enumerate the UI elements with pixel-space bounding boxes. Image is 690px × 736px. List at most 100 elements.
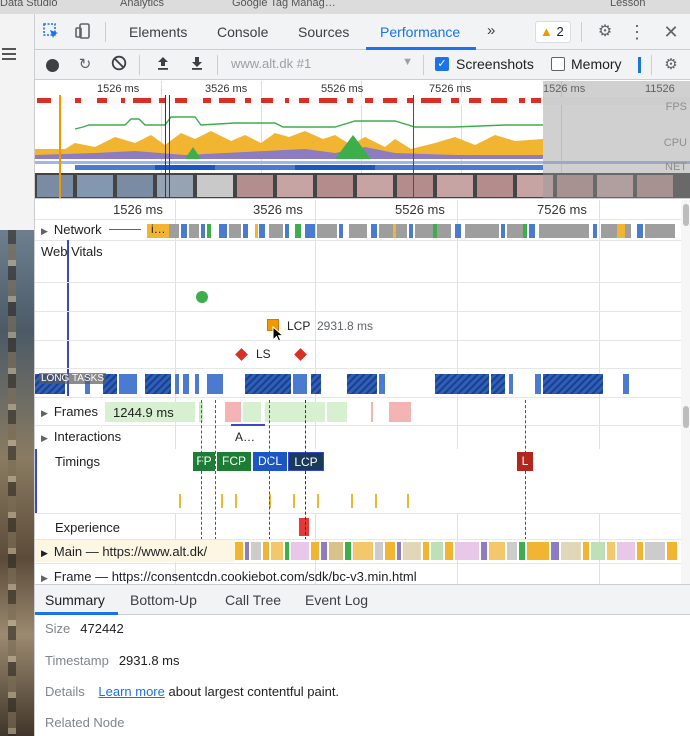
profile-select-value: www.alt.dk #1 (231, 56, 312, 71)
track-frames[interactable]: ▶ Frames (41, 404, 98, 419)
timing-dcl[interactable]: DCL (253, 452, 287, 471)
size-value: 472442 (80, 621, 124, 636)
tab-console[interactable]: Console (217, 24, 268, 40)
interaction-bar (231, 424, 265, 426)
details-panel: Summary Bottom-Up Call Tree Event Log Si… (35, 584, 690, 736)
network-request-chip: i… (151, 222, 166, 236)
details-tab-bar: Summary Bottom-Up Call Tree Event Log (35, 585, 690, 615)
scrollbar-thumb[interactable] (683, 406, 689, 428)
screenshots-label: Screenshots (456, 56, 534, 72)
tab-summary[interactable]: Summary (45, 592, 105, 608)
expand-triangle-icon: ▶ (41, 226, 48, 236)
expand-triangle-icon: ▶ (41, 548, 48, 558)
reload-record-icon[interactable]: ↻ (75, 55, 95, 75)
overview-unselected-shade (543, 81, 690, 198)
background-photo (0, 230, 34, 736)
overview-time-label: 3526 ms (205, 83, 248, 95)
mouse-cursor-icon (272, 326, 285, 343)
track-frame-cookiebot[interactable]: ▶ Frame — https://consentcdn.cookiebot.co… (41, 569, 417, 584)
memory-label: Memory (571, 56, 622, 72)
layout-shift-marker[interactable] (294, 348, 307, 361)
track-interactions[interactable]: ▶ Interactions (41, 429, 121, 444)
lcp-value: 2931.8 ms (317, 319, 374, 333)
separator (139, 55, 140, 75)
scrollbar-thumb[interactable] (683, 204, 689, 226)
timestamp-label: Timestamp (45, 653, 109, 668)
long-tasks-label: LONG TASKS (39, 373, 106, 384)
bookmark: Analytics (120, 0, 165, 9)
tab-call-tree[interactable]: Call Tree (225, 592, 281, 608)
track-network[interactable]: ▶ Network (41, 222, 102, 237)
flame-scrollbar[interactable] (681, 200, 690, 584)
separator (651, 55, 652, 75)
summary-size-row: Size 472442 (45, 621, 124, 636)
active-tab-indicator (35, 612, 118, 615)
overview-time-label: 1526 ms (97, 83, 140, 95)
expand-triangle-icon: ▶ (41, 408, 48, 418)
ruler-time-label: 3526 ms (253, 202, 303, 217)
separator (217, 55, 218, 75)
download-profile-icon[interactable] (187, 55, 207, 75)
issues-badge[interactable]: ▲ 2 (535, 21, 571, 43)
summary-timestamp-row: Timestamp 2931.8 ms (45, 653, 180, 668)
warning-icon: ▲ (540, 24, 553, 39)
tab-elements[interactable]: Elements (129, 24, 187, 40)
details-text: about largest contentful paint. (168, 684, 340, 699)
bookmark: Google Tag Manag… (232, 0, 336, 9)
track-web-vitals: Web Vitals (41, 244, 103, 259)
profile-select[interactable]: www.alt.dk #1 ▼ (231, 56, 413, 74)
layout-shift-block[interactable] (299, 518, 309, 536)
timing-fcp[interactable]: FCP (217, 452, 251, 471)
devtools-tab-bar: Elements Console Sources Performance » ▲… (35, 14, 690, 50)
ruler-time-label: 1526 ms (113, 202, 163, 217)
track-timings: Timings (55, 454, 101, 469)
timeline-flame-chart[interactable]: 1526 ms 3526 ms 5526 ms 7526 ms ▶ Network… (35, 200, 690, 584)
chevron-down-icon: ▼ (402, 56, 413, 68)
long-tasks-track (35, 374, 629, 394)
fid-marker[interactable] (196, 291, 208, 303)
frame-duration: 1244.9 ms (113, 405, 174, 420)
size-label: Size (45, 621, 71, 636)
learn-more-link[interactable]: Learn more (98, 684, 164, 699)
more-tabs-button[interactable]: » (487, 22, 495, 39)
settings-gear-icon[interactable]: ⚙ (595, 22, 615, 42)
more-options-icon[interactable]: ⋮ (627, 22, 647, 42)
record-button[interactable] (46, 59, 59, 72)
close-icon[interactable]: ✕ (661, 22, 681, 42)
inspect-element-icon[interactable] (41, 22, 61, 42)
timeline-overview[interactable]: 1526 ms 3526 ms 5526 ms 7526 ms 1526 ms … (35, 81, 690, 199)
memory-indicator (638, 57, 641, 73)
expand-triangle-icon: ▶ (41, 573, 48, 583)
summary-details-row: Details Learn more about largest content… (45, 684, 339, 699)
tab-performance[interactable]: Performance (380, 24, 460, 40)
separator (581, 22, 582, 42)
tab-event-log[interactable]: Event Log (305, 592, 368, 608)
tab-sources[interactable]: Sources (298, 24, 349, 40)
capture-settings-gear-icon[interactable]: ⚙ (661, 55, 681, 75)
performance-toolbar: ↻ www.alt.dk #1 ▼ ✓ Screenshots Memory ⚙ (35, 50, 690, 80)
lcp-label: LCP (287, 319, 311, 333)
device-toolbar-icon[interactable] (73, 22, 93, 42)
expand-triangle-icon: ▶ (41, 433, 48, 443)
layout-shift-marker[interactable] (235, 348, 248, 361)
track-experience: Experience (55, 520, 121, 535)
upload-profile-icon[interactable] (153, 55, 173, 75)
memory-checkbox[interactable] (551, 57, 565, 71)
overview-time-label: 5526 ms (321, 83, 364, 95)
timing-lcp[interactable]: LCP (288, 452, 324, 471)
screenshots-checkbox[interactable]: ✓ (435, 57, 449, 71)
ruler-time-label: 7526 ms (537, 202, 587, 217)
separator (105, 22, 106, 42)
timing-fp[interactable]: FP (193, 452, 215, 471)
track-main[interactable]: ▶ Main — https://www.alt.dk/ (41, 544, 208, 559)
main-thread-summary (235, 542, 677, 560)
clear-icon[interactable] (109, 55, 129, 75)
ruler-time-label: 5526 ms (395, 202, 445, 217)
background-bookmarks-bar: Data Studio Analytics Google Tag Manag… … (0, 0, 690, 14)
summary-related-node-row: Related Node (45, 715, 125, 730)
related-node-label: Related Node (45, 715, 125, 730)
overview-time-label: 7526 ms (429, 83, 472, 95)
tab-bottom-up[interactable]: Bottom-Up (130, 592, 197, 608)
bookmark: Data Studio (0, 0, 58, 9)
hamburger-menu-icon (2, 48, 16, 60)
